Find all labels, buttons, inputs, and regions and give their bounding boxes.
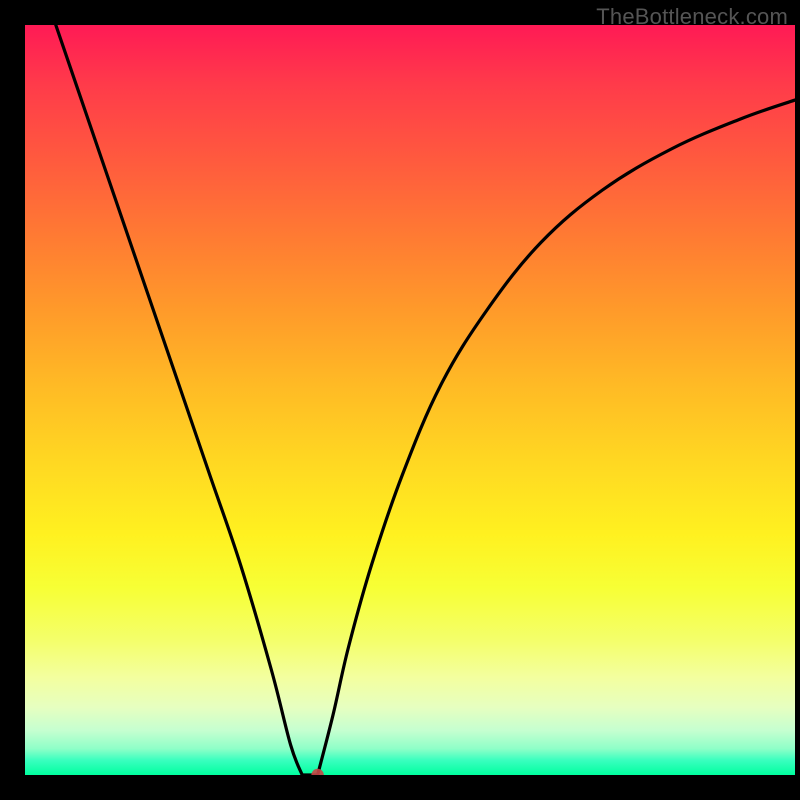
watermark-text: TheBottleneck.com xyxy=(596,4,788,30)
bottleneck-curve-chart xyxy=(25,25,795,775)
curve-left-branch xyxy=(56,25,302,775)
optimum-marker xyxy=(311,769,323,775)
curve-right-branch xyxy=(318,100,795,775)
